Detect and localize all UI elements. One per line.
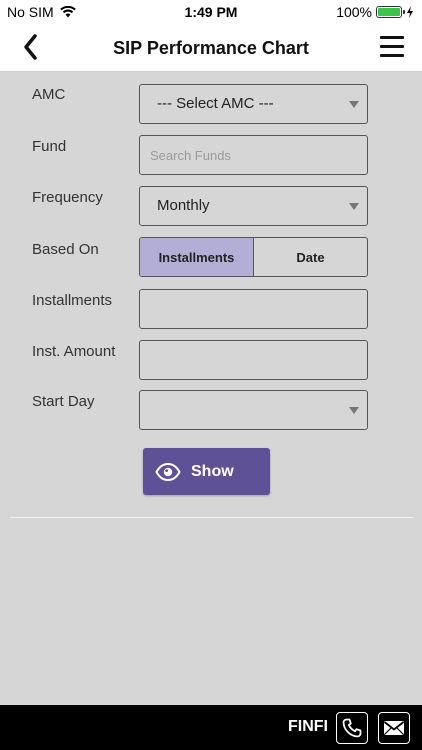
status-bar: No SIM 1:49 PM 100%: [0, 0, 422, 24]
battery-icon: [376, 6, 405, 18]
call-button[interactable]: [336, 712, 368, 744]
hamburger-menu-icon: [380, 36, 404, 57]
amc-select[interactable]: --- Select AMC ---: [139, 84, 368, 124]
fund-search-input[interactable]: [140, 136, 367, 174]
dropdown-caret-icon: [349, 101, 359, 108]
charging-icon: [407, 6, 413, 18]
status-right: 100%: [336, 4, 414, 20]
based-on-date-option[interactable]: Date: [254, 238, 367, 276]
based-on-segmented-control: Installments Date: [139, 237, 368, 277]
start-day-select[interactable]: [139, 390, 368, 430]
battery-percent: 100%: [336, 4, 372, 20]
menu-button[interactable]: [380, 36, 404, 60]
dropdown-caret-icon: [349, 407, 359, 414]
email-button[interactable]: [378, 712, 410, 744]
dropdown-caret-icon: [349, 203, 359, 210]
start-day-label: Start Day: [32, 393, 95, 410]
amc-select-value: --- Select AMC ---: [157, 95, 274, 112]
brand-logo: FINFI: [288, 718, 328, 735]
installments-input[interactable]: [140, 290, 367, 328]
show-button-label: Show: [191, 462, 234, 480]
frequency-label: Frequency: [32, 189, 103, 206]
phone-icon: [342, 718, 362, 738]
mail-icon: [383, 721, 405, 735]
installments-label: Installments: [32, 292, 113, 309]
divider: [10, 517, 413, 518]
show-button[interactable]: Show: [143, 448, 270, 495]
based-on-label: Based On: [32, 241, 99, 258]
based-on-installments-option[interactable]: Installments: [140, 238, 254, 276]
nav-bar: SIP Performance Chart: [0, 24, 422, 72]
inst-amount-input[interactable]: [140, 341, 367, 379]
installments-field: [139, 289, 368, 329]
frequency-select-value: Monthly: [157, 197, 210, 214]
eye-icon: [155, 462, 181, 481]
inst-amount-label: Inst. Amount: [32, 343, 116, 360]
page-title: SIP Performance Chart: [113, 38, 309, 58]
amc-label: AMC: [32, 86, 66, 103]
frequency-select[interactable]: Monthly: [139, 186, 368, 226]
fund-label: Fund: [32, 138, 67, 155]
inst-amount-field: [139, 340, 368, 380]
fund-field: [139, 135, 368, 175]
footer-bar: FINFI: [0, 705, 422, 750]
